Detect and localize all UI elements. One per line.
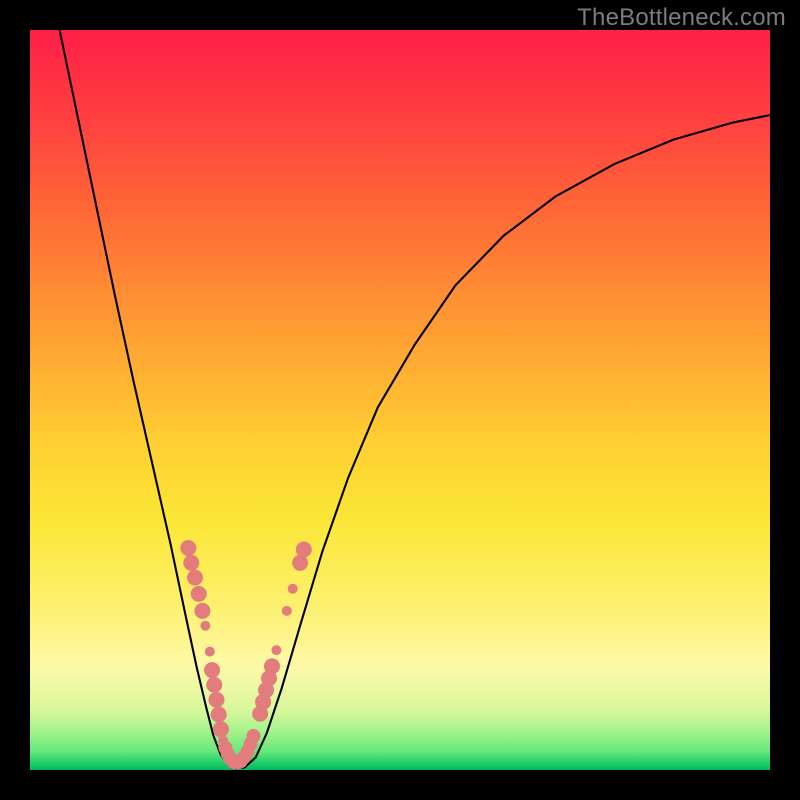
- data-marker: [282, 606, 292, 616]
- plot-area: [30, 30, 770, 770]
- chart-svg: [30, 30, 770, 770]
- data-marker: [264, 658, 280, 674]
- data-marker: [187, 570, 203, 586]
- data-marker: [211, 707, 227, 723]
- data-marker: [183, 555, 199, 571]
- data-marker: [205, 647, 215, 657]
- data-marker: [191, 586, 207, 602]
- watermark-text: TheBottleneck.com: [577, 4, 786, 32]
- bottleneck-curve: [60, 30, 770, 769]
- data-marker: [288, 584, 298, 594]
- data-marker: [213, 721, 229, 737]
- data-marker: [208, 692, 224, 708]
- chart-frame: TheBottleneck.com: [0, 0, 800, 800]
- data-marker: [204, 662, 220, 678]
- data-marker: [194, 603, 210, 619]
- data-marker: [180, 540, 196, 556]
- data-marker: [206, 677, 222, 693]
- data-marker: [296, 541, 312, 557]
- data-marker: [246, 729, 260, 743]
- data-marker: [271, 645, 281, 655]
- data-marker: [200, 621, 210, 631]
